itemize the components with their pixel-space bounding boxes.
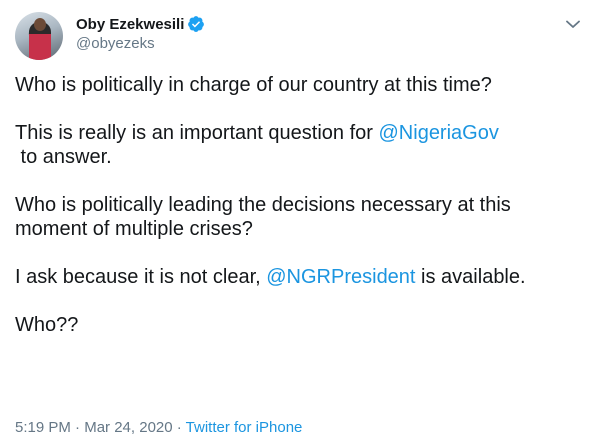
tweet-line-text: This is really is an important question … bbox=[15, 122, 379, 144]
mention-ngrpresident[interactable]: @NGRPresident bbox=[266, 266, 415, 288]
tweet-time[interactable]: 5:19 PM bbox=[15, 419, 71, 436]
meta-separator: · bbox=[70, 419, 85, 436]
tweet-line: moment of multiple crises? bbox=[15, 218, 253, 240]
tweet-meta: 5:19 PM · Mar 24, 2020 · Twitter for iPh… bbox=[15, 419, 302, 436]
user-handle[interactable]: @obyezeks bbox=[76, 35, 155, 52]
tweet-line: Who is politically leading the decisions… bbox=[15, 194, 511, 216]
chevron-down-icon[interactable] bbox=[563, 14, 583, 34]
mention-nigeriagov[interactable]: @NigeriaGov bbox=[379, 122, 499, 144]
tweet-line-text: is available. bbox=[415, 266, 526, 288]
tweet-line: to answer. bbox=[15, 146, 112, 168]
tweet-line-text: I ask because it is not clear, bbox=[15, 266, 267, 288]
avatar[interactable] bbox=[15, 12, 63, 60]
tweet-line: I ask because it is not clear, @NGRPresi… bbox=[15, 265, 590, 289]
name-row: Oby Ezekwesili bbox=[76, 14, 205, 34]
avatar-head bbox=[34, 18, 46, 31]
tweet-line: Who?? bbox=[15, 314, 79, 336]
tweet-card: Oby Ezekwesili @obyezeks Who is politica… bbox=[0, 0, 598, 445]
tweet-source-link[interactable]: Twitter for iPhone bbox=[186, 419, 303, 436]
verified-badge-icon bbox=[187, 15, 205, 33]
tweet-date[interactable]: Mar 24, 2020 bbox=[84, 419, 172, 436]
tweet-text: Who is politically in charge of our coun… bbox=[15, 73, 590, 361]
display-name[interactable]: Oby Ezekwesili bbox=[76, 16, 184, 33]
tweet-line: This is really is an important question … bbox=[15, 121, 590, 145]
tweet-line: Who is politically in charge of our coun… bbox=[15, 74, 492, 96]
meta-separator: · bbox=[172, 419, 186, 436]
